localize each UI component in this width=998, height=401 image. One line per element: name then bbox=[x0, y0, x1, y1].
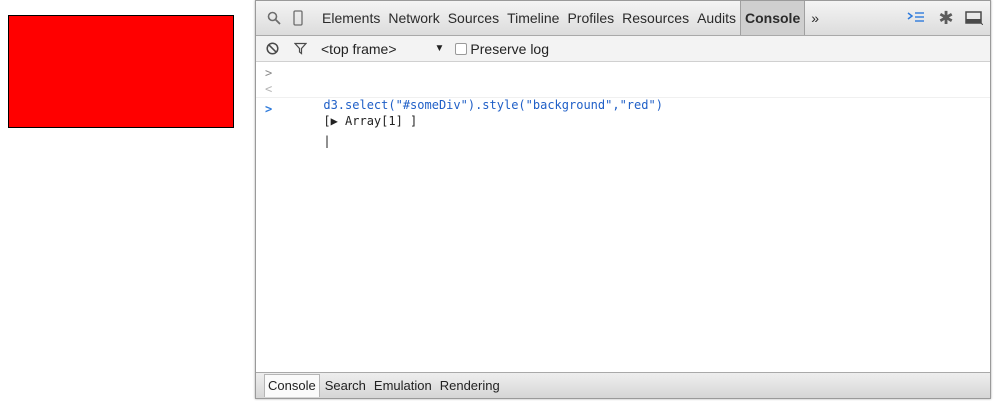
console-drawer-icon[interactable] bbox=[904, 11, 928, 25]
preserve-log-label: Preserve log bbox=[470, 40, 549, 57]
drawer-tab-console[interactable]: Console bbox=[264, 374, 320, 397]
active-prompt: > bbox=[265, 102, 273, 116]
tab-resources[interactable]: Resources bbox=[618, 10, 693, 26]
gear-icon[interactable]: ✱ bbox=[936, 8, 956, 29]
mobile-device-icon[interactable] bbox=[292, 10, 304, 26]
devtools-panel: Elements Network Sources Timeline Profil… bbox=[255, 0, 991, 399]
tab-audits[interactable]: Audits bbox=[693, 10, 740, 26]
drawer-tabbar: Console Search Emulation Rendering bbox=[256, 372, 990, 398]
console-toolbar: <top frame> ▼ Preserve log bbox=[256, 36, 990, 62]
console-result-line: < [▶ Array[1] ] bbox=[256, 81, 990, 128]
frame-select[interactable]: <top frame> bbox=[321, 41, 397, 57]
overflow-tabs-button[interactable]: » bbox=[807, 10, 823, 26]
red-div bbox=[8, 15, 234, 128]
result-prompt: < bbox=[265, 82, 273, 96]
dock-icon[interactable] bbox=[964, 11, 984, 25]
drawer-tab-search[interactable]: Search bbox=[322, 375, 369, 397]
devtools-toolbar: Elements Network Sources Timeline Profil… bbox=[256, 1, 990, 36]
console-output[interactable]: > d3.select("#someDiv").style("backgroun… bbox=[256, 62, 990, 372]
tab-timeline[interactable]: Timeline bbox=[503, 10, 563, 26]
preserve-log-checkbox[interactable] bbox=[455, 42, 468, 55]
tab-network[interactable]: Network bbox=[384, 10, 443, 26]
filter-icon[interactable] bbox=[293, 42, 307, 55]
search-icon[interactable] bbox=[266, 11, 282, 25]
clear-console-icon[interactable] bbox=[265, 42, 279, 55]
input-prompt: > bbox=[265, 66, 273, 80]
frame-select-arrow[interactable]: ▼ bbox=[435, 43, 445, 54]
drawer-tab-rendering[interactable]: Rendering bbox=[437, 375, 503, 397]
console-input-line: > d3.select("#someDiv").style("backgroun… bbox=[256, 65, 990, 112]
drawer-tab-emulation[interactable]: Emulation bbox=[371, 375, 435, 397]
console-prompt-line[interactable]: > | bbox=[256, 101, 990, 148]
tab-elements[interactable]: Elements bbox=[318, 10, 384, 26]
text-cursor: | bbox=[323, 134, 331, 148]
tab-profiles[interactable]: Profiles bbox=[563, 10, 618, 26]
tab-console[interactable]: Console bbox=[740, 1, 806, 35]
tab-sources[interactable]: Sources bbox=[444, 10, 503, 26]
